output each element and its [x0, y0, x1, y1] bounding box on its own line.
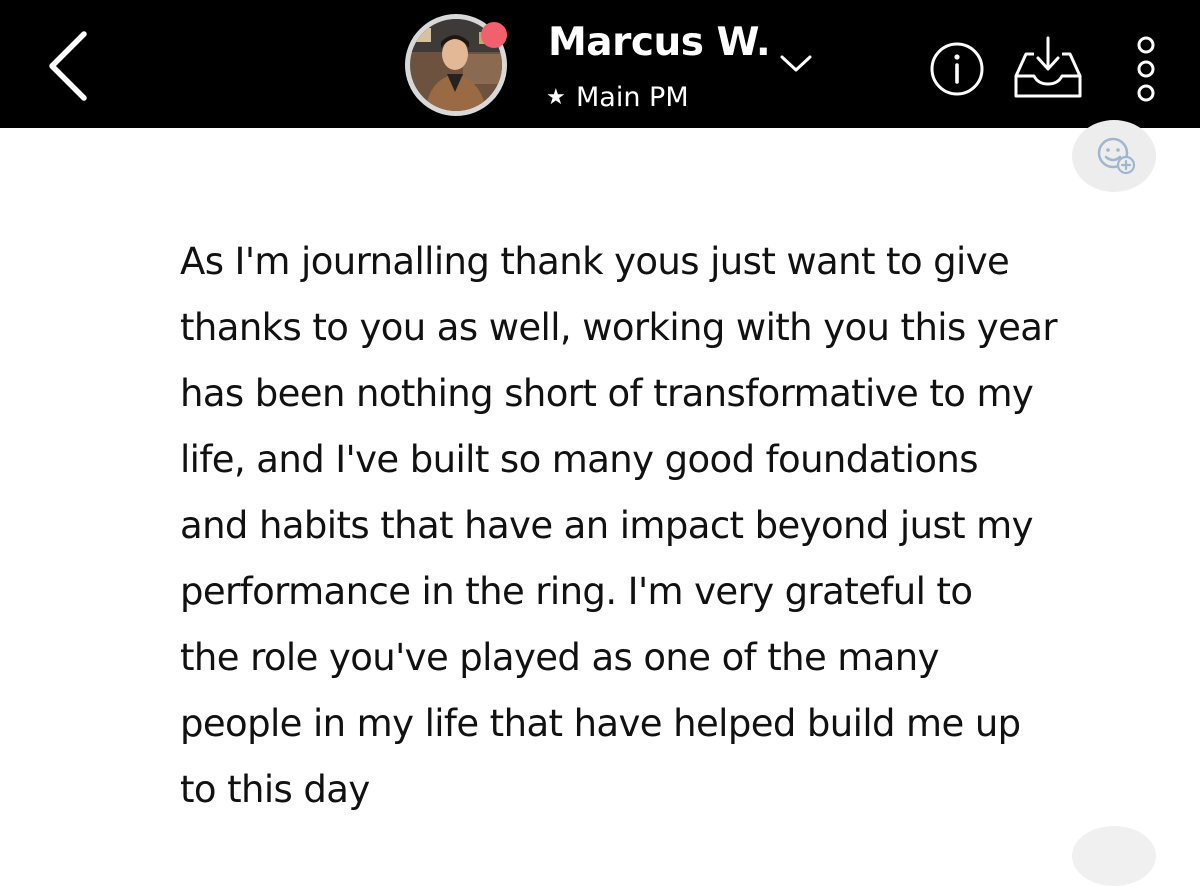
add-reaction-icon — [1097, 137, 1136, 175]
save-to-inbox-button[interactable] — [1010, 32, 1086, 102]
more-vertical-icon — [1137, 36, 1155, 102]
next-reaction-button[interactable] — [1072, 826, 1156, 886]
more-options-button[interactable] — [1126, 34, 1166, 104]
info-button[interactable] — [928, 40, 986, 98]
expand-contact-button[interactable] — [776, 48, 816, 78]
chevron-left-icon — [49, 31, 87, 101]
status-dot — [481, 22, 507, 48]
back-button[interactable] — [40, 28, 100, 104]
contact-subtitle: Main PM — [576, 82, 689, 113]
inbox-download-icon — [1014, 36, 1082, 98]
star-icon: ★ — [546, 85, 566, 110]
info-icon — [930, 42, 984, 96]
add-reaction-button[interactable] — [1072, 120, 1156, 192]
chat-header: Marcus W. ★ Main PM — [0, 0, 1200, 128]
contact-avatar-button[interactable] — [405, 14, 507, 116]
message-text: As I'm journalling thank yous just want … — [180, 240, 1058, 811]
chevron-down-icon — [780, 55, 812, 72]
contact-name[interactable]: Marcus W. — [548, 18, 771, 68]
